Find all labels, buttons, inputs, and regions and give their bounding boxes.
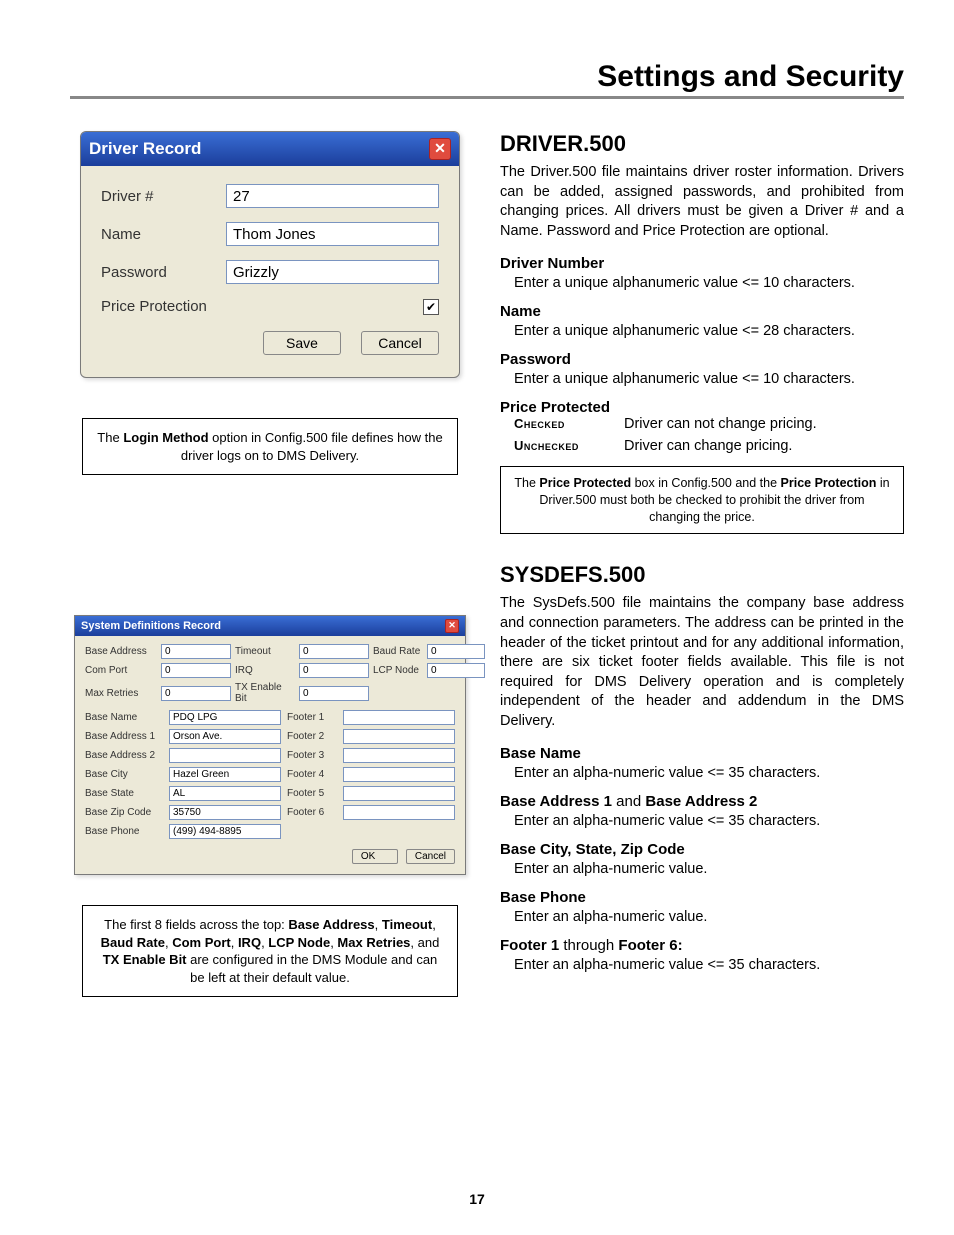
field-heading: Base Phone [500,889,904,906]
dialog-title: Driver Record [89,139,201,159]
field-description: Enter an alpha-numeric value <= 35 chara… [514,956,904,975]
name-label: Name [101,226,226,243]
sysdefs-note: The first 8 fields across the top: Base … [82,905,458,997]
sysdefs500-paragraph: The SysDefs.500 file maintains the compa… [500,594,904,731]
base-city-input[interactable] [169,767,281,782]
close-icon[interactable]: ✕ [429,138,451,160]
field-description: Enter a unique alphanumeric value <= 10 … [514,274,904,293]
com-port-input[interactable] [161,663,231,678]
driver500-heading: DRIVER.500 [500,131,904,157]
field-description: Enter an alpha-numeric value. [514,908,904,927]
footer2-input[interactable] [343,729,455,744]
base-state-label: Base State [85,788,163,799]
cancel-button[interactable]: Cancel [406,849,455,864]
field-heading: Base Address 1 and Base Address 2 [500,793,904,810]
footer5-label: Footer 5 [287,788,337,799]
base-city-label: Base City [85,769,163,780]
lcp-node-label: LCP Node [373,665,423,676]
page-number: 17 [0,1191,954,1207]
max-retries-label: Max Retries [85,688,157,699]
base-zip-label: Base Zip Code [85,807,163,818]
sysdefs-title: System Definitions Record [81,620,221,632]
base-name-label: Base Name [85,712,163,723]
footer1-label: Footer 1 [287,712,337,723]
save-button[interactable]: Save [263,331,341,355]
field-heading: Driver Number [500,255,904,272]
tx-enable-bit-input[interactable] [299,686,369,701]
com-port-label: Com Port [85,665,157,676]
field-description: Enter an alpha-numeric value <= 35 chara… [514,764,904,783]
price-protection-checkbox[interactable]: ✔ [423,299,439,315]
footer4-label: Footer 4 [287,769,337,780]
base-zip-input[interactable] [169,805,281,820]
footer6-label: Footer 6 [287,807,337,818]
field-heading: Base Name [500,745,904,762]
base-addr1-input[interactable] [169,729,281,744]
price-protection-label: Price Protection [101,298,207,315]
timeout-input[interactable] [299,644,369,659]
footer3-input[interactable] [343,748,455,763]
footer5-input[interactable] [343,786,455,801]
field-description: Enter an alpha-numeric value. [514,860,904,879]
irq-input[interactable] [299,663,369,678]
base-addr1-label: Base Address 1 [85,731,163,742]
ok-button[interactable]: OK [352,849,398,864]
unchecked-text: Driver can change pricing. [624,438,792,454]
unchecked-label: Unchecked [514,438,624,454]
password-input[interactable] [226,260,439,284]
price-protected-heading: Price Protected [500,399,904,416]
password-label: Password [101,264,226,281]
footer3-label: Footer 3 [287,750,337,761]
field-heading: Base City, State, Zip Code [500,841,904,858]
base-phone-input[interactable] [169,824,281,839]
price-protected-note: The Price Protected box in Config.500 an… [500,466,904,535]
base-state-input[interactable] [169,786,281,801]
footer6-input[interactable] [343,805,455,820]
footer2-label: Footer 2 [287,731,337,742]
lcp-node-input[interactable] [427,663,485,678]
field-heading: Name [500,303,904,320]
footer1-input[interactable] [343,710,455,725]
timeout-label: Timeout [235,646,295,657]
base-address-label: Base Address [85,646,157,657]
driver-number-input[interactable] [226,184,439,208]
irq-label: IRQ [235,665,295,676]
close-icon[interactable]: ✕ [445,619,459,633]
footer4-input[interactable] [343,767,455,782]
field-heading: Footer 1 through Footer 6: [500,937,904,954]
page-title: Settings and Security [70,60,904,99]
driver-number-label: Driver # [101,188,226,205]
base-addr2-label: Base Address 2 [85,750,163,761]
driver-record-dialog: Driver Record ✕ Driver # Name Password P… [80,131,460,378]
field-description: Enter a unique alphanumeric value <= 28 … [514,322,904,341]
tx-enable-bit-label: TX Enable Bit [235,682,295,704]
name-input[interactable] [226,222,439,246]
sysdefs500-heading: SYSDEFS.500 [500,562,904,588]
cancel-button[interactable]: Cancel [361,331,439,355]
base-addr2-input[interactable] [169,748,281,763]
login-method-note: The Login Method option in Config.500 fi… [82,418,458,475]
checked-text: Driver can not change pricing. [624,416,817,432]
driver500-paragraph: The Driver.500 file maintains driver ros… [500,163,904,241]
dialog-titlebar[interactable]: Driver Record ✕ [81,132,459,166]
baud-rate-label: Baud Rate [373,646,423,657]
checked-label: Checked [514,416,624,432]
field-description: Enter an alpha-numeric value <= 35 chara… [514,812,904,831]
base-address-input[interactable] [161,644,231,659]
sysdefs-titlebar[interactable]: System Definitions Record ✕ [75,616,465,636]
base-name-input[interactable] [169,710,281,725]
max-retries-input[interactable] [161,686,231,701]
sysdefs-dialog: System Definitions Record ✕ Base Address… [74,615,466,875]
field-description: Enter a unique alphanumeric value <= 10 … [514,370,904,389]
baud-rate-input[interactable] [427,644,485,659]
field-heading: Password [500,351,904,368]
base-phone-label: Base Phone [85,826,163,837]
